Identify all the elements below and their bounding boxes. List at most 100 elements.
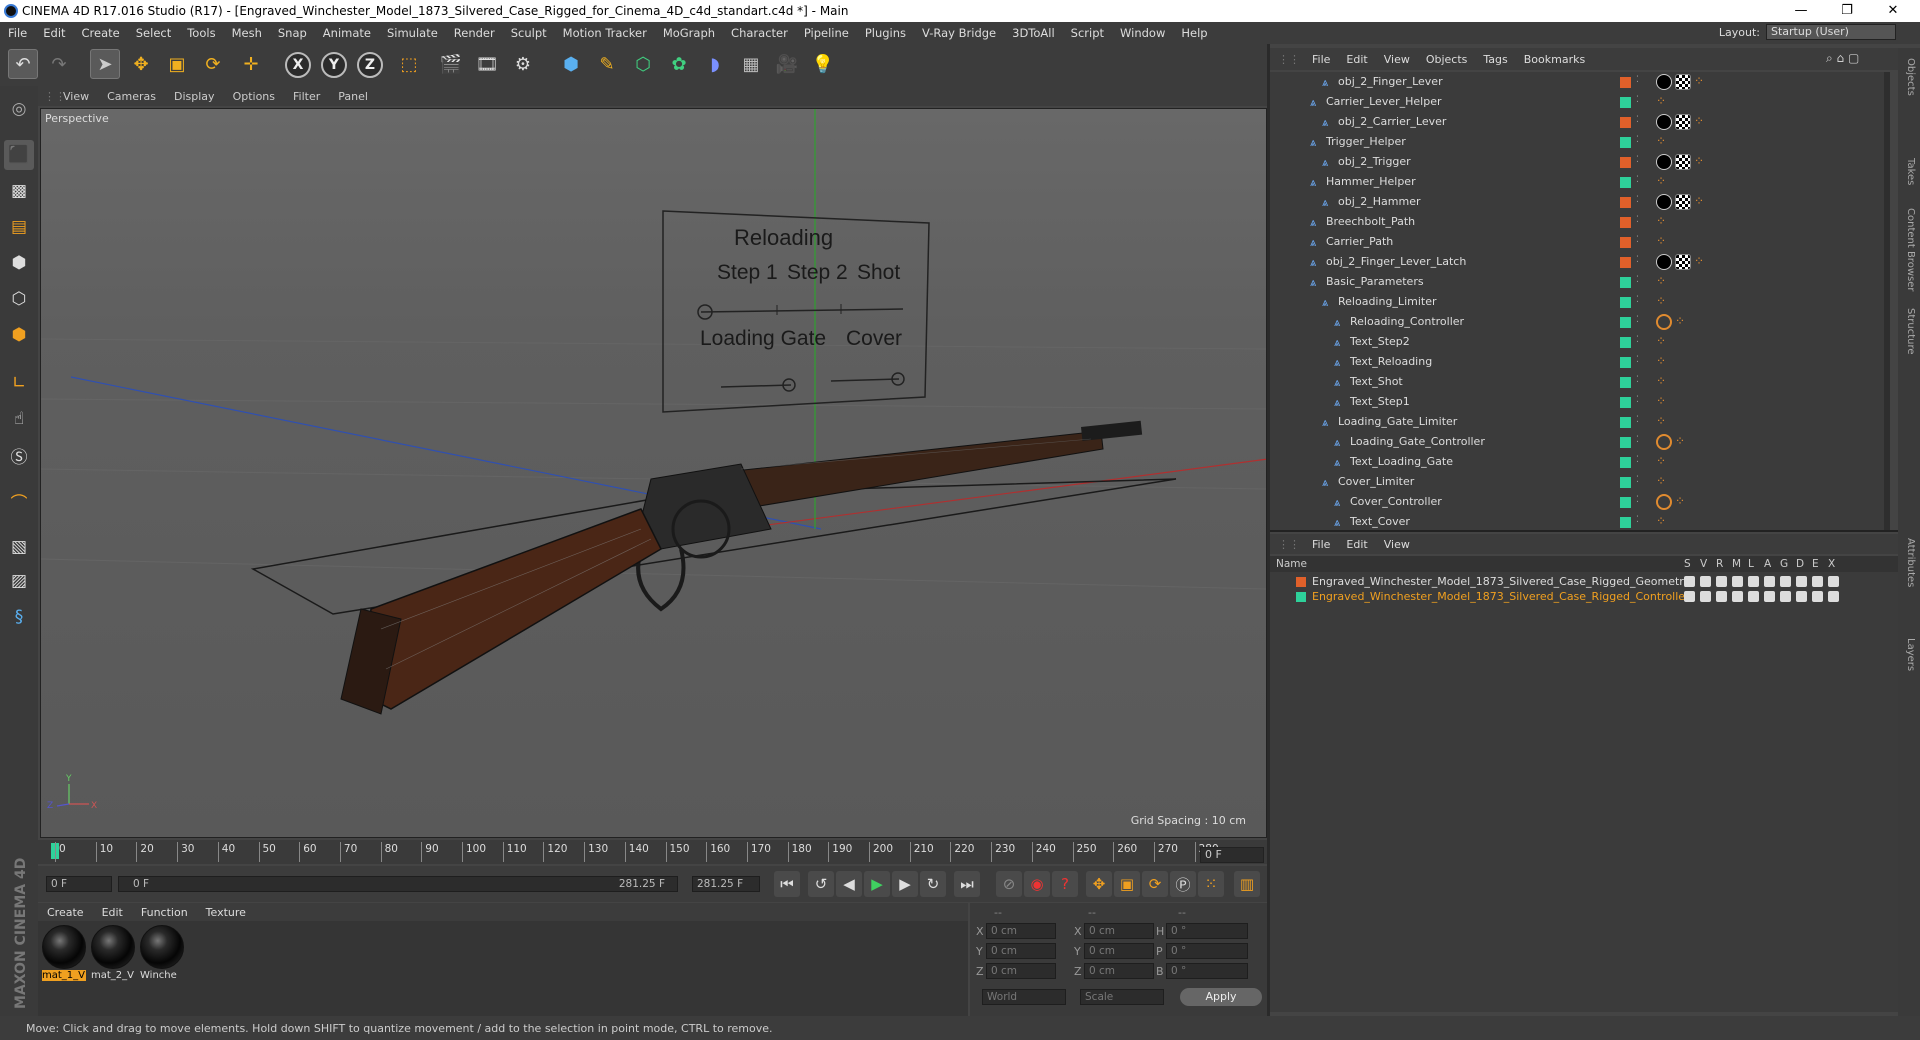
undo-icon[interactable]: ↶ <box>8 49 38 79</box>
menu-pipeline[interactable]: Pipeline <box>796 26 857 40</box>
visibility-dots-icon[interactable]: ⁚ <box>1636 355 1639 365</box>
python-icon[interactable]: § <box>4 602 34 632</box>
object-row[interactable]: ⩓ Text_Step2 ⁚ ⁘ <box>1270 332 1890 352</box>
protection-tag-icon[interactable] <box>1656 434 1672 450</box>
layer-color-swatch[interactable] <box>1620 77 1631 88</box>
object-row[interactable]: ⩓ Hammer_Helper ⁚ ⁘ <box>1270 172 1890 192</box>
layer-menu-view[interactable]: View <box>1376 538 1418 551</box>
end-frame-field[interactable]: 281.25 F <box>692 876 760 892</box>
layer-color-swatch[interactable] <box>1620 477 1631 488</box>
layer-color-swatch[interactable] <box>1620 357 1631 368</box>
layer-flag-toggle[interactable] <box>1780 591 1791 602</box>
layer-flag-toggle[interactable] <box>1828 591 1839 602</box>
scale-tool-icon[interactable]: ▣ <box>162 49 192 79</box>
layer-flag-header[interactable]: D <box>1796 558 1804 570</box>
object-menu-edit[interactable]: Edit <box>1338 53 1375 66</box>
side-tab-content-browser[interactable]: Content Browser <box>1905 208 1916 291</box>
layer-color-swatch[interactable] <box>1620 197 1631 208</box>
coord-value-field[interactable]: 0 cm <box>986 923 1056 939</box>
subdivision-surface-icon[interactable]: ⬡ <box>628 49 658 79</box>
coord-value-field[interactable]: 0 cm <box>1084 943 1154 959</box>
xpresso-tag-icon[interactable]: ⁘ <box>1656 414 1672 430</box>
object-menu-bookmarks[interactable]: Bookmarks <box>1516 53 1593 66</box>
xpresso-tag-icon[interactable]: ⁘ <box>1656 334 1672 350</box>
layer-flag-toggle[interactable] <box>1700 591 1711 602</box>
texture-tag-icon[interactable] <box>1675 74 1691 90</box>
object-row[interactable]: ⩓ Text_Shot ⁚ ⁘ <box>1270 372 1890 392</box>
side-tab-objects[interactable]: Objects <box>1905 58 1916 96</box>
render-picture-viewer-icon[interactable]: 🎞 <box>472 49 502 79</box>
xpresso-tag-icon[interactable]: ⁘ <box>1656 94 1672 110</box>
material-swatch[interactable]: Winche <box>140 925 184 985</box>
menu-create[interactable]: Create <box>74 26 128 40</box>
layer-flag-toggle[interactable] <box>1716 591 1727 602</box>
xpresso-tag-icon[interactable]: ⁘ <box>1656 234 1672 250</box>
transform-tool-icon[interactable]: ✛ <box>236 49 266 79</box>
xpresso-tag-icon[interactable]: ⁘ <box>1675 494 1691 510</box>
axis-mode-icon[interactable]: ∟ <box>4 368 34 398</box>
menu-edit[interactable]: Edit <box>35 26 73 40</box>
protection-tag-icon[interactable] <box>1656 494 1672 510</box>
layer-color-swatch[interactable] <box>1620 457 1631 468</box>
layer-flag-header[interactable]: S <box>1684 558 1691 570</box>
cube-primitive-icon[interactable]: ⬢ <box>556 49 586 79</box>
key-pla-icon[interactable]: ⁙ <box>1198 871 1224 897</box>
texture-tag-icon[interactable] <box>1675 194 1691 210</box>
menu-select[interactable]: Select <box>128 26 179 40</box>
layer-flag-toggle[interactable] <box>1764 591 1775 602</box>
side-tab-layers[interactable]: Layers <box>1905 638 1916 671</box>
object-row[interactable]: ⩓ Basic_Parameters ⁚ ⁘ <box>1270 272 1890 292</box>
xpresso-tag-icon[interactable]: ⁘ <box>1675 434 1691 450</box>
start-frame-field[interactable]: 0 F <box>46 876 112 892</box>
layer-color-swatch[interactable] <box>1620 137 1631 148</box>
layer-flag-toggle[interactable] <box>1732 576 1743 587</box>
visibility-dots-icon[interactable]: ⁚ <box>1636 95 1639 105</box>
previous-frame-icon[interactable]: ◀ <box>836 871 862 897</box>
layer-color-swatch[interactable] <box>1620 277 1631 288</box>
layer-color-swatch[interactable] <box>1620 237 1631 248</box>
deformer-icon[interactable]: ◗ <box>700 49 730 79</box>
layer-flag-toggle[interactable] <box>1764 576 1775 587</box>
viewport-menu-display[interactable]: Display <box>165 90 224 103</box>
menu-character[interactable]: Character <box>723 26 796 40</box>
object-row[interactable]: ⩓ Text_Loading_Gate ⁚ ⁘ <box>1270 452 1890 472</box>
restore-button[interactable]: ❐ <box>1824 0 1870 22</box>
layer-flag-header[interactable]: G <box>1780 558 1788 570</box>
visibility-dots-icon[interactable]: ⁚ <box>1636 395 1639 405</box>
layer-flag-toggle[interactable] <box>1828 576 1839 587</box>
make-editable-icon[interactable]: ◎ <box>4 94 34 124</box>
object-menu-file[interactable]: File <box>1304 53 1338 66</box>
frame-range-slider[interactable]: 0 F 281.25 F <box>118 876 678 892</box>
object-row[interactable]: ⩓ obj_2_Trigger ⁚ ⁘ <box>1270 152 1890 172</box>
magnet-icon[interactable]: ⌒ <box>4 486 34 516</box>
menu-v-ray-bridge[interactable]: V-Ray Bridge <box>914 26 1004 40</box>
texture-tag-icon[interactable] <box>1675 154 1691 170</box>
xpresso-tag-icon[interactable]: ⁘ <box>1656 134 1672 150</box>
object-row[interactable]: ⩓ Carrier_Lever_Helper ⁚ ⁘ <box>1270 92 1890 112</box>
layer-flag-header[interactable]: X <box>1828 558 1835 570</box>
layer-flag-toggle[interactable] <box>1796 591 1807 602</box>
coord-value-field[interactable]: 0 cm <box>986 943 1056 959</box>
object-row[interactable]: ⩓ obj_2_Finger_Lever ⁚ ⁘ <box>1270 72 1890 92</box>
material-tag-icon[interactable] <box>1656 154 1672 170</box>
xpresso-tag-icon[interactable]: ⁘ <box>1656 174 1672 190</box>
visibility-dots-icon[interactable]: ⁚ <box>1636 295 1639 305</box>
coord-value-field[interactable]: 0 ° <box>1166 943 1248 959</box>
visibility-dots-icon[interactable]: ⁚ <box>1636 335 1639 345</box>
close-button[interactable]: ✕ <box>1870 0 1916 22</box>
object-row[interactable]: ⩓ obj_2_Hammer ⁚ ⁘ <box>1270 192 1890 212</box>
layer-color-swatch[interactable] <box>1620 317 1631 328</box>
axis-x-lock[interactable]: X <box>285 52 311 78</box>
layer-flag-toggle[interactable] <box>1684 576 1695 587</box>
polygons-mode-icon[interactable]: ⬢ <box>4 320 34 350</box>
visibility-dots-icon[interactable]: ⁚ <box>1636 75 1639 85</box>
layer-color-swatch[interactable] <box>1620 157 1631 168</box>
visibility-dots-icon[interactable]: ⁚ <box>1636 255 1639 265</box>
visibility-dots-icon[interactable]: ⁚ <box>1636 475 1639 485</box>
layer-flag-toggle[interactable] <box>1812 591 1823 602</box>
menu-tools[interactable]: Tools <box>179 26 223 40</box>
xpresso-tag-icon[interactable]: ⁘ <box>1656 394 1672 410</box>
side-tab-attributes[interactable]: Attributes <box>1905 538 1916 587</box>
xpresso-tag-icon[interactable]: ⁘ <box>1656 294 1672 310</box>
go-to-end-icon[interactable]: ⏭ <box>954 871 980 897</box>
